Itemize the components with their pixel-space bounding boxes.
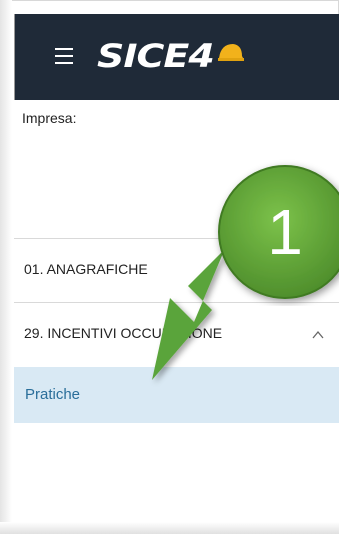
screenshot-frame: SICE4 Impresa: 01. ANAGRAFICHE 29. INCEN… (0, 0, 339, 534)
logo-helmet-icon (218, 44, 244, 61)
submenu-item-pratiche[interactable]: Pratiche (14, 367, 339, 423)
submenu-item-label: Pratiche (25, 386, 81, 403)
left-shadow (0, 0, 12, 534)
callout-number: 1 (267, 196, 303, 268)
menu-item-label: 29. INCENTIVI OCCUPAZIONE (24, 325, 223, 341)
company-label: Impresa: (22, 110, 77, 126)
sice4-logo: SICE4 (97, 36, 244, 76)
bottom-shadow (0, 522, 339, 534)
annotation-callout: 1 (211, 158, 339, 306)
menu-item-incentivi-occupazione[interactable]: 29. INCENTIVI OCCUPAZIONE (14, 303, 339, 363)
chevron-up-icon[interactable] (312, 329, 324, 341)
app-header: SICE4 (14, 14, 339, 100)
hamburger-menu-icon[interactable] (55, 48, 73, 64)
menu-item-label: 01. ANAGRAFICHE (24, 261, 148, 277)
